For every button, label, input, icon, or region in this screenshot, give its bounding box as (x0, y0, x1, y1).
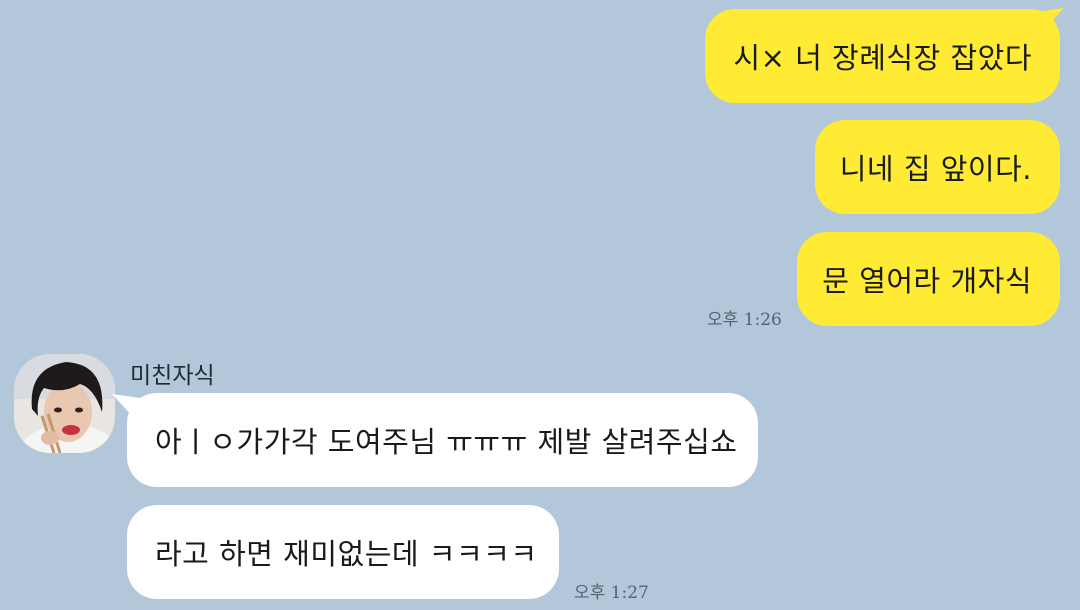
avatar[interactable] (14, 354, 115, 453)
received-message-bubble[interactable]: 라고 하면 재미없는데 ㅋㅋㅋㅋ (127, 505, 559, 599)
message-timestamp: 오후 1:27 (574, 583, 649, 603)
message-text: 아ㅣㅇ가가각 도여주님 ㅠㅠㅠ 제발 살려주십쇼 (155, 425, 738, 459)
sender-name: 미친자식 (130, 363, 215, 389)
message-text: 라고 하면 재미없는데 ㅋㅋㅋㅋ (155, 537, 538, 571)
message-text: 문 열어라 개자식 (822, 264, 1032, 298)
sent-message-bubble[interactable]: 문 열어라 개자식 (797, 232, 1060, 326)
message-text: 니네 집 앞이다. (839, 152, 1032, 186)
received-message-bubble[interactable]: 아ㅣㅇ가가각 도여주님 ㅠㅠㅠ 제발 살려주십쇼 (127, 393, 758, 487)
profile-photo-icon (14, 354, 115, 453)
message-text: 시× 너 장례식장 잡았다 (733, 41, 1032, 75)
message-timestamp: 오후 1:26 (707, 310, 782, 330)
sent-message-bubble[interactable]: 니네 집 앞이다. (815, 120, 1060, 214)
sent-message-bubble[interactable]: 시× 너 장례식장 잡았다 (705, 9, 1060, 103)
